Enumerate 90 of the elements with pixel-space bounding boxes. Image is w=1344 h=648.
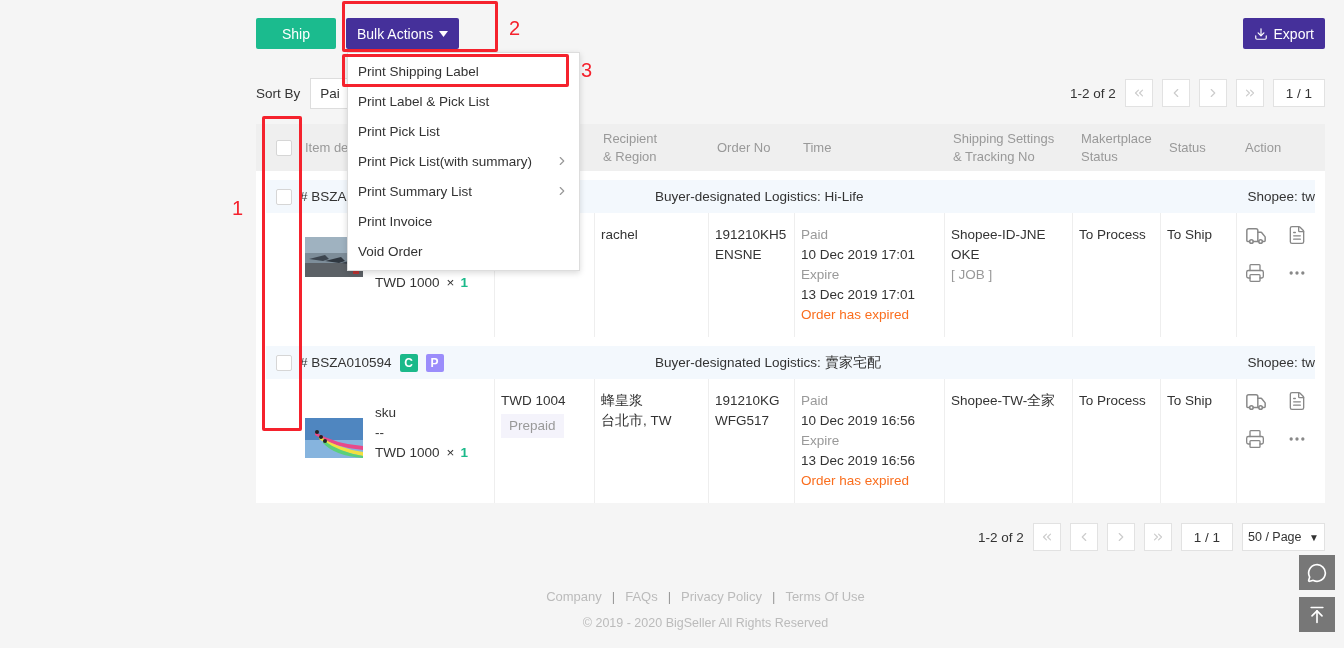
first-page-button[interactable] xyxy=(1124,79,1153,107)
logistics-text: Buyer-designated Logistics: 賣家宅配 xyxy=(655,353,881,372)
payment-tag: Prepaid xyxy=(501,414,564,438)
order-status: To Ship xyxy=(1167,226,1213,244)
shipping-text: Shopee-ID-JNE xyxy=(951,226,1046,244)
header-cell-text: Recipient & Region xyxy=(602,129,659,166)
recipient-text: 台北市, TW xyxy=(601,412,672,430)
order-id-text: 191210KG xyxy=(715,392,780,410)
tag: P xyxy=(425,353,444,372)
caret-icon xyxy=(439,30,449,37)
tracking-text: [ JOB ] xyxy=(951,266,993,284)
separator: | xyxy=(667,589,672,604)
header-cell-text: Shipping Settings & Tracking No xyxy=(952,129,1056,166)
sort-label: Sort By xyxy=(256,85,301,101)
copyright-text: © 2019 - 2020 BigSeller All Rights Reserved xyxy=(582,616,829,630)
recipient-text: 蜂皇浆 xyxy=(601,392,643,410)
order-id-text: ENSNE xyxy=(715,246,762,264)
page-range: 1-2 of 2 xyxy=(977,529,1024,545)
item-text: -- xyxy=(375,424,385,442)
header-cell-text: Time xyxy=(802,138,833,157)
logistics-text: Buyer-designated Logistics: Hi-Life xyxy=(655,189,864,204)
time-value: 10 Dec 2019 17:01 xyxy=(801,246,916,264)
time-label: Expire xyxy=(801,266,840,284)
truck-icon[interactable] xyxy=(1245,391,1267,413)
item-price: TWD 1000 × 1 xyxy=(375,274,468,292)
store-name: Shopee: tw xyxy=(1247,189,1315,204)
back-to-top-button[interactable] xyxy=(1299,597,1335,632)
order-checkbox[interactable] xyxy=(276,188,292,205)
marketplace-status: To Process xyxy=(1079,226,1146,244)
last-page-button[interactable] xyxy=(1235,79,1264,107)
order-amount: TWD 1004 xyxy=(501,392,566,410)
expired-text: Order has expired xyxy=(801,306,910,324)
separator: | xyxy=(611,589,616,604)
truck-icon[interactable] xyxy=(1245,225,1267,247)
shipping-text: OKE xyxy=(951,246,980,264)
last-page-button[interactable] xyxy=(1143,523,1172,551)
header-cell-text: Action xyxy=(1244,138,1283,157)
time-value: 13 Dec 2019 17:01 xyxy=(801,286,916,304)
prev-page-button[interactable] xyxy=(1161,79,1190,107)
select-all-checkbox[interactable] xyxy=(276,139,292,156)
recipient-text: rachel xyxy=(601,226,638,244)
download-icon xyxy=(1253,26,1268,41)
page-size-select[interactable]: 50 / Page ▼ xyxy=(1242,523,1325,551)
store-name: Shopee: tw xyxy=(1247,355,1315,370)
first-page-button[interactable] xyxy=(1032,523,1061,551)
chat-icon xyxy=(1307,562,1327,583)
shipping-text: Shopee-TW-全家 xyxy=(951,392,1056,410)
separator: | xyxy=(772,589,776,604)
prev-page-button[interactable] xyxy=(1069,523,1098,551)
annotation-number: 3 xyxy=(581,59,593,82)
arrow-up-icon xyxy=(1307,604,1327,625)
menu-item[interactable]: Print Label & Pick List xyxy=(348,86,579,116)
next-page-button[interactable] xyxy=(1106,523,1135,551)
menu-item[interactable]: Void Order xyxy=(348,236,579,266)
tag: C xyxy=(399,353,418,372)
marketplace-status: To Process xyxy=(1079,392,1146,410)
time-value: 10 Dec 2019 16:56 xyxy=(801,412,916,430)
order-checkbox[interactable] xyxy=(276,354,292,371)
page-indicator: 1 / 1 xyxy=(1272,79,1325,107)
chat-button[interactable] xyxy=(1299,555,1335,590)
page-range: 1-2 of 2 xyxy=(1069,85,1116,101)
time-label: Expire xyxy=(801,432,840,450)
next-page-button[interactable] xyxy=(1198,79,1227,107)
bulk-actions-button[interactable]: Bulk Actions xyxy=(346,18,460,49)
time-value: 13 Dec 2019 16:56 xyxy=(801,452,916,470)
menu-item[interactable]: Print Pick List xyxy=(348,116,579,146)
time-label: Paid xyxy=(801,226,829,244)
menu-item[interactable]: Print Pick List(with summary) xyxy=(348,146,579,176)
printer-icon[interactable] xyxy=(1245,429,1265,449)
header-cell-text: Item de xyxy=(304,138,350,157)
page-indicator: 1 / 1 xyxy=(1180,523,1233,551)
menu-item[interactable]: Print Shipping Label xyxy=(348,56,579,86)
document-icon[interactable] xyxy=(1287,391,1307,411)
menu-item[interactable]: Print Summary List xyxy=(348,176,579,206)
time-label: Paid xyxy=(801,392,829,410)
order-id-text: 191210KH5 xyxy=(715,226,787,244)
item-price: TWD 1000 × 1 xyxy=(375,444,468,462)
order-id-text: WFG517 xyxy=(715,412,769,430)
header-cell-text: Makertplace Status xyxy=(1080,129,1153,166)
header-cell-text: Status xyxy=(1168,138,1207,157)
annotation-number: 1 xyxy=(232,197,244,220)
expired-text: Order has expired xyxy=(801,472,910,490)
item-text: sku xyxy=(375,404,397,422)
export-button[interactable]: Export xyxy=(1242,18,1325,49)
header-cell-text: Order No xyxy=(716,138,772,157)
order-status: To Ship xyxy=(1167,392,1213,410)
document-icon[interactable] xyxy=(1287,225,1307,245)
annotation-number: 2 xyxy=(509,17,521,40)
printer-icon[interactable] xyxy=(1245,263,1265,283)
menu-item[interactable]: Print Invoice xyxy=(348,206,579,236)
